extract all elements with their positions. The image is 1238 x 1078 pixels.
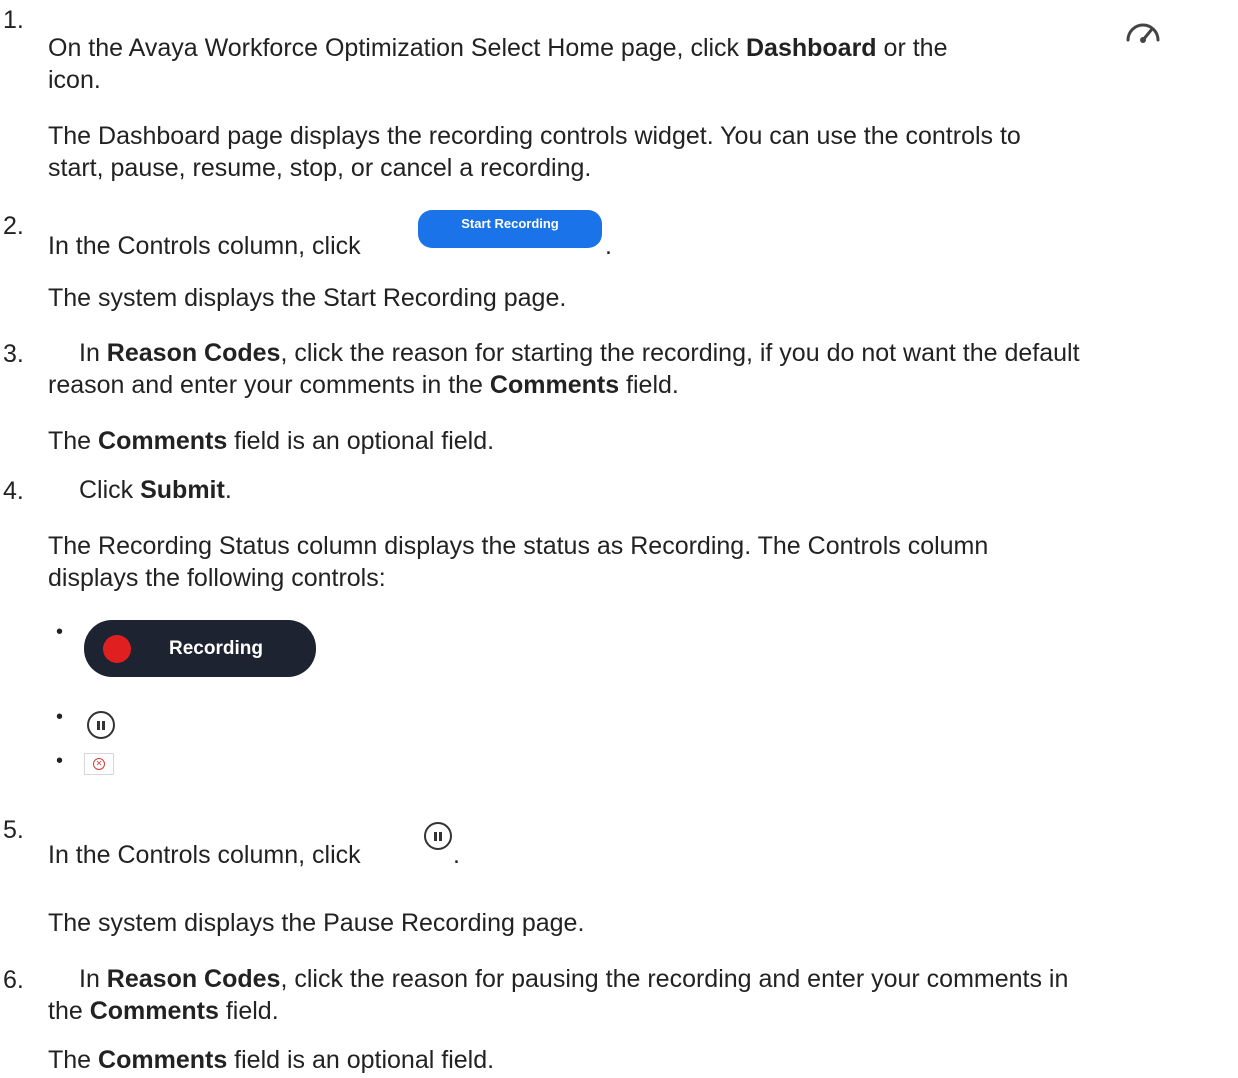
step-number: 2. [3,212,24,240]
step-5-text: In the Controls column, click [48,841,361,869]
bullet: • [56,750,64,772]
step-6-note: The Comments field is an optional field. [48,1046,495,1074]
procedure-page: 1. On the Avaya Workforce Optimization S… [0,0,1238,1078]
cancel-circle-icon[interactable]: ✕ [84,753,114,775]
recording-status-button[interactable]: Recording [84,620,316,677]
step-4-result: The Recording Status column displays the… [48,532,989,560]
dashboard-link-text: Dashboard [746,34,877,62]
step-1-result: The Dashboard page displays the recordin… [48,122,1021,150]
dashboard-gauge-icon[interactable] [1123,16,1163,46]
step-5-period: . [453,841,460,869]
start-recording-button[interactable]: Start Recording [418,210,602,248]
recording-label: Recording [169,638,263,659]
step-number: 5. [3,816,24,844]
step-number: 4. [3,477,24,505]
bullet: • [56,706,64,728]
pause-circle-icon[interactable] [424,822,452,850]
step-number: 6. [3,966,24,994]
pause-circle-icon[interactable] [87,711,115,739]
step-1-result-cont: start, pause, resume, stop, or cancel a … [48,154,592,182]
step-4-text: Click Submit. [79,476,232,504]
step-1-text: On the Avaya Workforce Optimization Sele… [48,34,948,62]
step-3-note: The Comments field is an optional field. [48,427,495,455]
step-number: 3. [3,340,24,368]
step-6-text: In Reason Codes, click the reason for pa… [79,965,1069,993]
bullet: • [56,621,64,643]
step-3-text: In Reason Codes, click the reason for st… [79,339,1080,367]
record-dot-icon [103,634,131,663]
step-2-text: In the Controls column, click [48,232,361,260]
step-1-text-cont: icon. [48,66,101,94]
step-3-text-cont: reason and enter your comments in the Co… [48,371,679,399]
step-2-result: The system displays the Start Recording … [48,284,567,312]
step-6-text-cont: the Comments field. [48,997,279,1025]
step-5-result: The system displays the Pause Recording … [48,909,585,937]
step-4-result-cont: displays the following controls: [48,564,386,592]
step-number: 1. [3,6,24,34]
step-2-period: . [605,232,612,260]
